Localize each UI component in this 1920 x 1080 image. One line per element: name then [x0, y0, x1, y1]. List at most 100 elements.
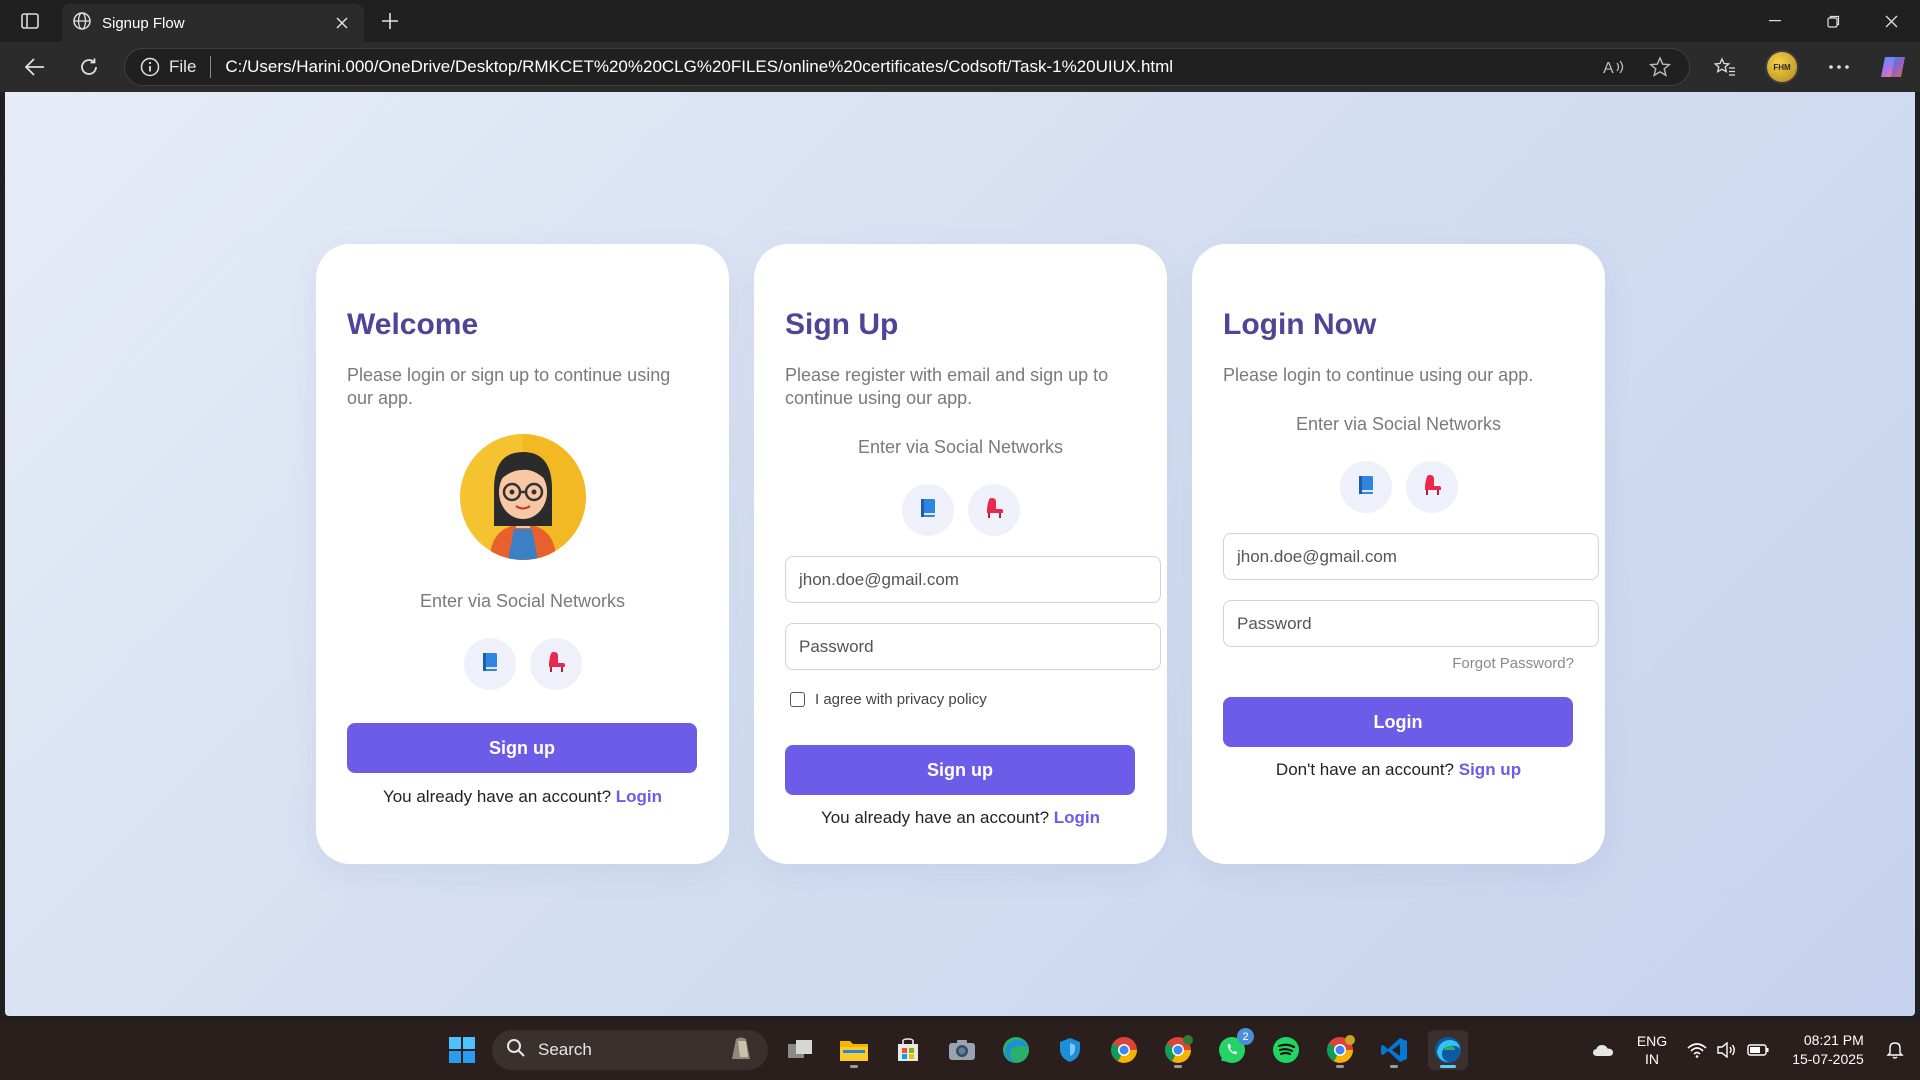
vscode-icon[interactable]	[1374, 1030, 1414, 1070]
active-indicator	[850, 1065, 858, 1068]
globe-icon	[72, 11, 92, 36]
active-indicator	[1336, 1065, 1344, 1068]
page-viewport: Welcome Please login or sign up to conti…	[5, 92, 1915, 1016]
defender-icon[interactable]	[1050, 1030, 1090, 1070]
social-book-button[interactable]	[1339, 461, 1392, 513]
book-icon	[918, 497, 938, 524]
welcome-card: Welcome Please login or sign up to conti…	[316, 244, 729, 864]
chair-icon	[545, 651, 567, 678]
address-separator	[210, 56, 212, 78]
task-view-icon[interactable]	[780, 1030, 820, 1070]
edge-icon[interactable]	[1428, 1030, 1468, 1070]
signup-password-field[interactable]: Password	[785, 623, 1161, 670]
address-bar[interactable]: File C:/Users/Harini.000/OneDrive/Deskto…	[124, 48, 1690, 86]
spotify-icon[interactable]	[1266, 1030, 1306, 1070]
signup-email-field[interactable]: jhon.doe@gmail.com	[785, 556, 1161, 603]
social-chair-button[interactable]	[967, 484, 1020, 536]
system-clock[interactable]: 08:21 PM 15-07-2025	[1782, 1020, 1874, 1080]
active-indicator	[1390, 1065, 1398, 1068]
minimize-icon[interactable]	[1746, 0, 1804, 42]
refresh-icon[interactable]	[72, 51, 106, 83]
file-explorer-icon[interactable]	[834, 1030, 874, 1070]
notifications-icon[interactable]	[1880, 1020, 1910, 1080]
welcome-footer: You already have an account? Login	[316, 787, 729, 807]
taskbar-search[interactable]: Search	[492, 1030, 768, 1070]
address-url[interactable]: C:/Users/Harini.000/OneDrive/Desktop/RMK…	[225, 57, 1583, 77]
whatsapp-icon[interactable]: 2	[1212, 1028, 1254, 1070]
signup-social-label: Enter via Social Networks	[857, 437, 1064, 457]
chrome-profile-2-icon[interactable]	[1320, 1030, 1360, 1070]
battery-icon[interactable]	[1744, 1020, 1772, 1080]
login-button[interactable]: Login	[1223, 697, 1573, 747]
signup-footer: You already have an account? Login	[754, 808, 1167, 828]
login-social-label: Enter via Social Networks	[1295, 414, 1502, 434]
clock-time: 08:21 PM	[1803, 1032, 1864, 1048]
language-indicator[interactable]: ENG IN	[1630, 1020, 1674, 1080]
signup-card: Sign Up Please register with email and s…	[754, 244, 1167, 864]
close-icon[interactable]	[330, 11, 354, 35]
privacy-checkbox[interactable]	[790, 692, 805, 707]
chrome-icon[interactable]	[1104, 1030, 1144, 1070]
favorites-icon[interactable]	[1708, 50, 1742, 84]
taskbar: Search 2 ENG IN 08:21 PM 15-07-2025	[0, 1020, 1920, 1080]
copilot-icon[interactable]	[1876, 50, 1910, 84]
microsoft-store-icon[interactable]	[888, 1030, 928, 1070]
restore-icon[interactable]	[1804, 0, 1862, 42]
social-chair-button[interactable]	[1405, 461, 1458, 513]
search-highlight-icon	[728, 1035, 754, 1066]
favorite-star-icon[interactable]	[1645, 52, 1675, 82]
edge-beta-icon[interactable]	[996, 1030, 1036, 1070]
svg-text:A: A	[1603, 60, 1614, 76]
new-tab-button[interactable]	[374, 6, 406, 36]
login-footer: Don't have an account? Sign up	[1192, 760, 1605, 780]
login-title: Login Now	[1223, 308, 1377, 341]
search-label: Search	[538, 1040, 592, 1059]
tab-title: Signup Flow	[102, 14, 185, 32]
whatsapp-badge: 2	[1237, 1028, 1254, 1045]
privacy-label: I agree with privacy policy	[815, 691, 987, 708]
social-chair-button[interactable]	[529, 638, 582, 690]
info-icon[interactable]	[139, 56, 161, 78]
volume-icon[interactable]	[1714, 1020, 1740, 1080]
onedrive-icon[interactable]	[1588, 1020, 1618, 1080]
login-card: Login Now Please login to continue using…	[1192, 244, 1605, 864]
chair-icon	[1421, 474, 1443, 501]
signup-footer-text: You already have an account?	[820, 808, 1050, 827]
camera-icon[interactable]	[942, 1030, 982, 1070]
windows-start-icon[interactable]	[442, 1030, 482, 1070]
address-scheme-label: File	[169, 57, 197, 76]
login-footer-text: Don't have an account?	[1275, 760, 1455, 779]
tab-actions-icon[interactable]	[14, 8, 46, 34]
language-line-2: IN	[1645, 1051, 1659, 1067]
welcome-title: Welcome	[347, 308, 479, 341]
read-aloud-icon[interactable]: A	[1599, 52, 1629, 82]
chrome-profile-icon[interactable]	[1158, 1030, 1198, 1070]
welcome-login-link[interactable]: Login	[616, 787, 662, 806]
active-indicator	[1174, 1065, 1182, 1068]
profile-avatar[interactable]: FHM	[1765, 50, 1799, 84]
welcome-subtitle: Please login or sign up to continue usin…	[347, 365, 671, 408]
welcome-signup-button[interactable]: Sign up	[347, 723, 697, 773]
signup-button[interactable]: Sign up	[785, 745, 1135, 795]
social-book-button[interactable]	[463, 638, 516, 690]
more-options-icon[interactable]	[1822, 50, 1856, 84]
avatar	[460, 434, 586, 560]
clock-date: 15-07-2025	[1792, 1051, 1864, 1067]
login-subtitle: Please login to continue using our app.	[1223, 365, 1534, 385]
language-line-1: ENG	[1636, 1033, 1668, 1049]
forgot-password-link[interactable]: Forgot Password?	[1452, 655, 1574, 672]
active-indicator	[1440, 1065, 1456, 1068]
login-signup-link[interactable]: Sign up	[1459, 760, 1521, 779]
login-password-field[interactable]: Password	[1223, 600, 1599, 647]
signup-subtitle: Please register with email and sign up t…	[785, 365, 1109, 408]
browser-toolbar: File C:/Users/Harini.000/OneDrive/Deskto…	[0, 42, 1920, 92]
social-book-button[interactable]	[901, 484, 954, 536]
back-icon[interactable]	[18, 51, 52, 83]
book-icon	[1356, 474, 1376, 501]
window-close-icon[interactable]	[1862, 0, 1920, 42]
search-icon	[506, 1038, 526, 1063]
browser-tab[interactable]: Signup Flow	[62, 4, 364, 42]
login-email-field[interactable]: jhon.doe@gmail.com	[1223, 533, 1599, 580]
signup-login-link[interactable]: Login	[1054, 808, 1100, 827]
wifi-icon[interactable]	[1684, 1020, 1710, 1080]
